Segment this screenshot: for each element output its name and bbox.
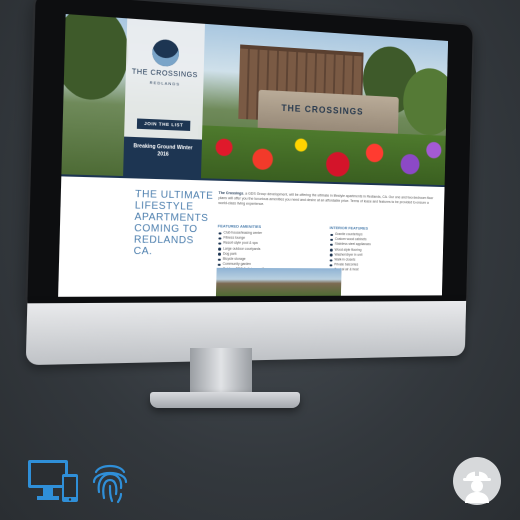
interior-title: INTERIOR FEATURES xyxy=(330,225,430,231)
list-item: Central air & heat xyxy=(328,268,428,273)
logo-icon xyxy=(152,39,179,67)
ground-breaking-text: Breaking Ground Winter 2016 xyxy=(128,143,198,160)
intro-paragraph: The Crossings, a GDS Group development, … xyxy=(218,191,434,211)
logo-subtitle: REDLANDS xyxy=(130,79,200,88)
interior-features-list: INTERIOR FEATURES Granite countertops Cu… xyxy=(328,225,429,273)
website-screen: THE CROSSINGS THE CROSSINGS REDLANDS JOI… xyxy=(58,14,448,297)
thumbnail-photo xyxy=(216,268,342,296)
join-list-button[interactable]: JOIN THE LIST xyxy=(137,118,191,131)
monitor-stand-foot xyxy=(150,392,300,408)
logo-name: THE CROSSINGS xyxy=(130,68,200,79)
construction-worker-icon xyxy=(453,457,501,505)
hero-image: THE CROSSINGS THE CROSSINGS REDLANDS JOI… xyxy=(61,14,448,185)
monitor-stand-neck xyxy=(190,348,252,396)
desktop-mobile-icon xyxy=(26,458,82,509)
intro-label: The Crossings xyxy=(219,191,244,196)
palm-tree xyxy=(61,14,129,101)
flower-bed xyxy=(197,125,446,185)
intro-text: , a GDS Group development, will be offer… xyxy=(218,192,433,207)
imac-computer: THE CROSSINGS THE CROSSINGS REDLANDS JOI… xyxy=(26,0,473,365)
monitor-bezel: THE CROSSINGS THE CROSSINGS REDLANDS JOI… xyxy=(27,0,473,312)
page-headline: THE ULTIMATE LIFESTYLE APARTMENTS COMING… xyxy=(133,189,214,258)
fingerprint-icon xyxy=(88,458,132,509)
amenities-title: FEATURED AMENITIES xyxy=(218,223,324,230)
branding-panel: THE CROSSINGS REDLANDS JOIN THE LIST Bre… xyxy=(123,18,205,178)
